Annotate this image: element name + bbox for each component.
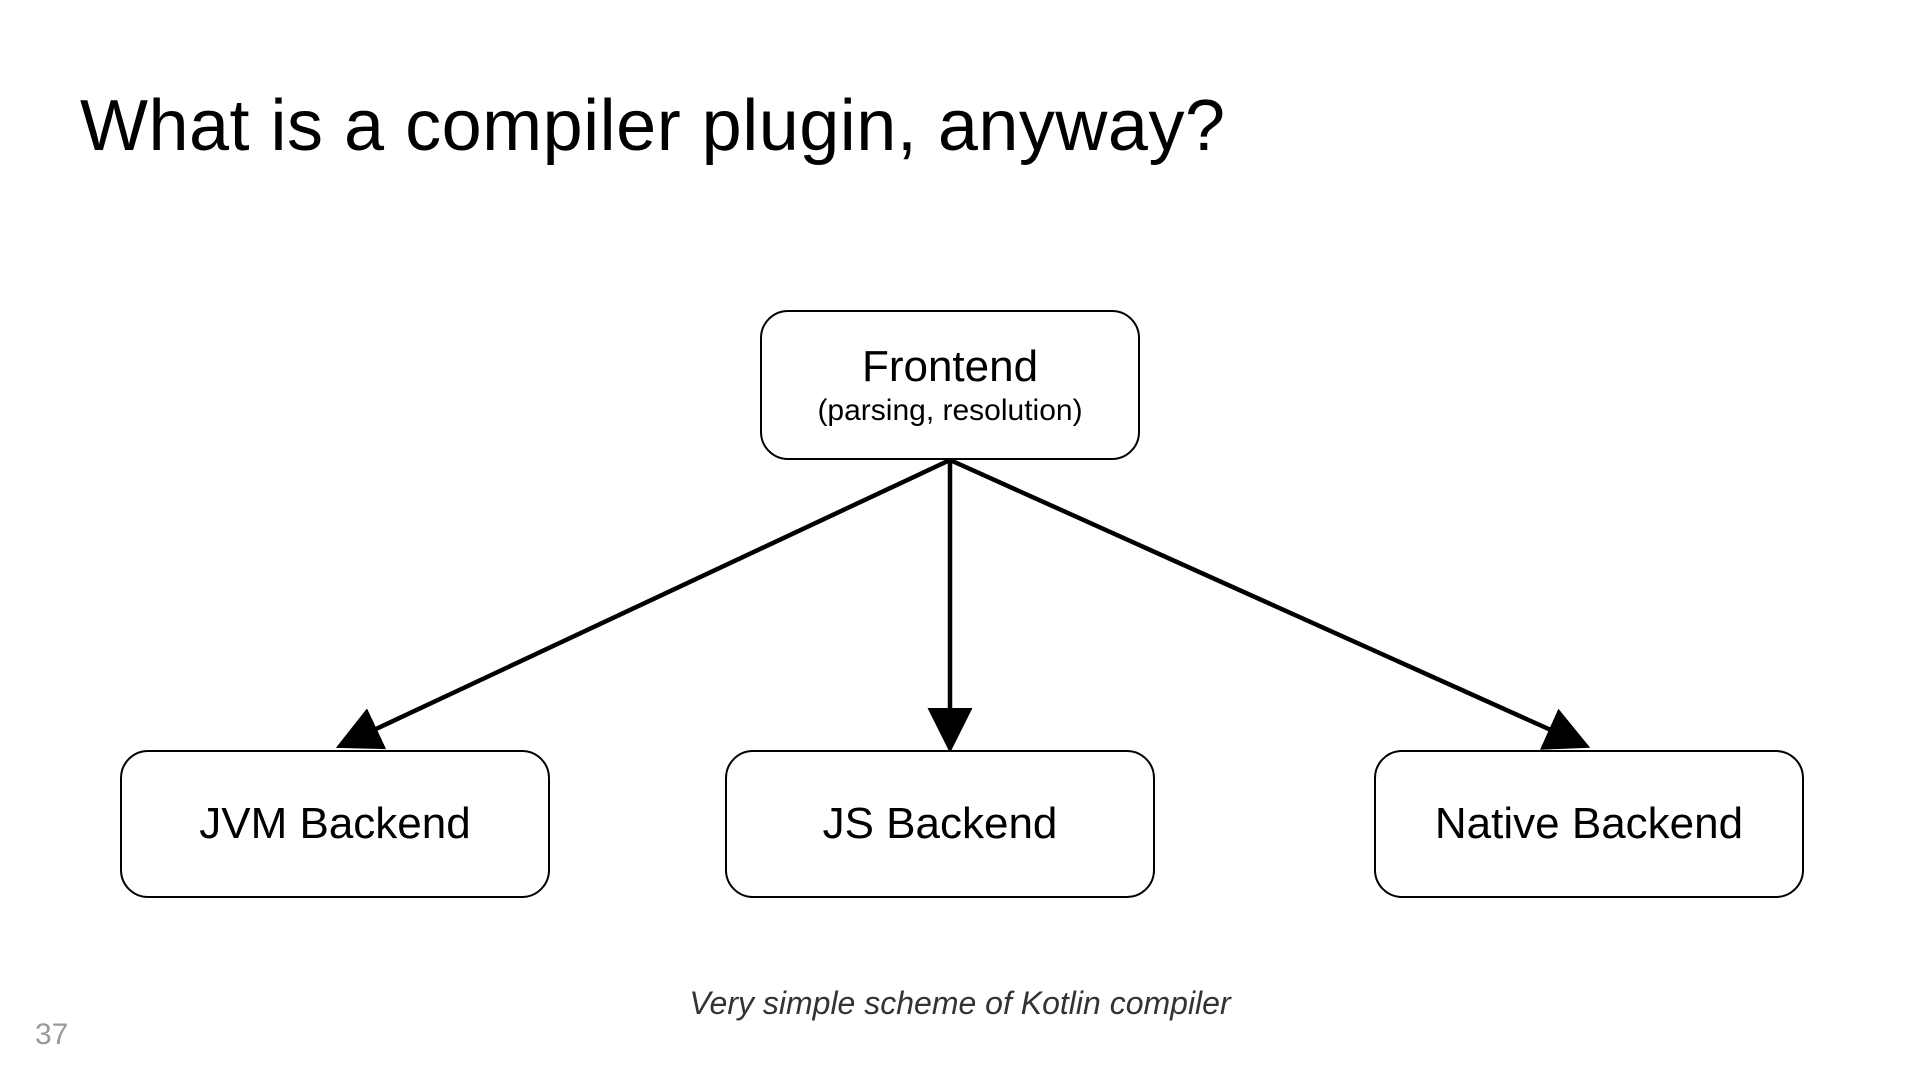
diagram-caption: Very simple scheme of Kotlin compiler (0, 985, 1920, 1022)
frontend-node: Frontend (parsing, resolution) (760, 310, 1140, 460)
js-backend-label: JS Backend (823, 799, 1058, 849)
jvm-backend-node: JVM Backend (120, 750, 550, 898)
native-backend-node: Native Backend (1374, 750, 1804, 898)
jvm-backend-label: JVM Backend (199, 799, 470, 849)
page-number: 37 (35, 1018, 68, 1052)
compiler-diagram: Frontend (parsing, resolution) JVM Backe… (0, 310, 1920, 910)
frontend-label: Frontend (862, 342, 1038, 392)
native-backend-label: Native Backend (1435, 799, 1743, 849)
slide-title: What is a compiler plugin, anyway? (80, 85, 1226, 167)
js-backend-node: JS Backend (725, 750, 1155, 898)
frontend-sublabel: (parsing, resolution) (817, 394, 1082, 428)
